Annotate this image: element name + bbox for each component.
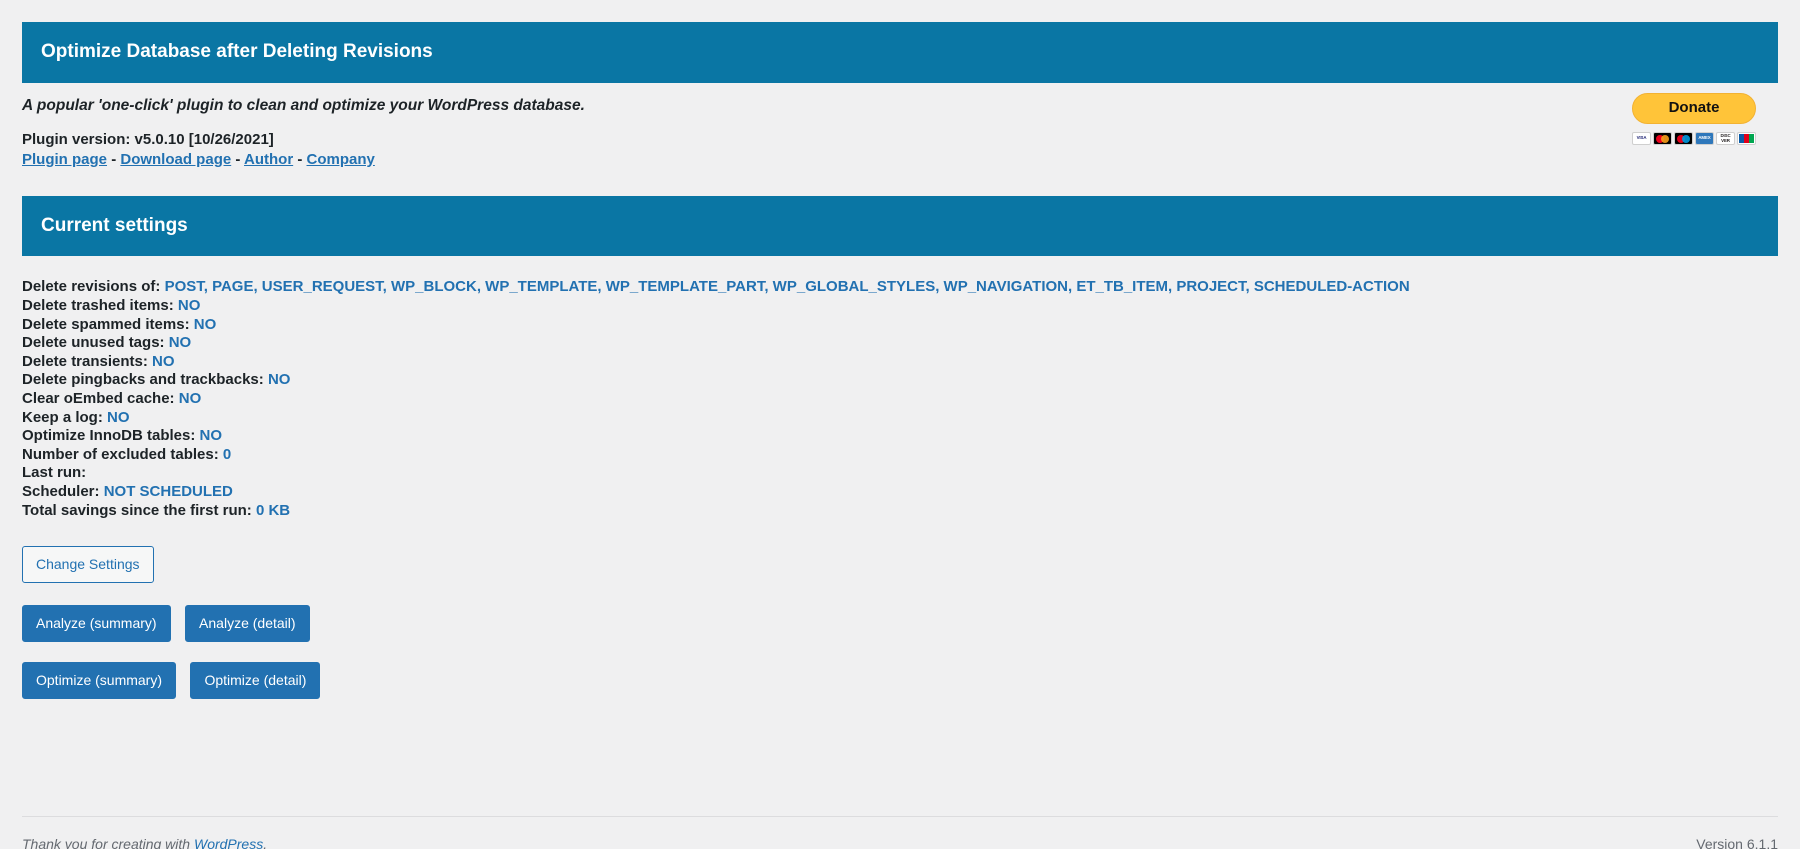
setting-label: Delete transients: xyxy=(22,352,148,370)
setting-value: NO xyxy=(107,408,130,426)
setting-label: Delete revisions of: xyxy=(22,278,161,296)
plugin-admin-page: Optimize Database after Deleting Revisio… xyxy=(0,22,1800,849)
optimize-detail-button[interactable]: Optimize (detail) xyxy=(190,662,321,700)
setting-value: 0 KB xyxy=(255,501,291,519)
setting-label: Delete unused tags: xyxy=(22,334,165,352)
setting-value: NO xyxy=(267,371,291,389)
setting-value: NO xyxy=(193,315,217,333)
plugin-title-bar: Optimize Database after Deleting Revisio… xyxy=(22,22,1778,83)
current-settings-heading: Current settings xyxy=(41,214,188,236)
settings-summary-list: Delete revisions of: POST, PAGE, USER_RE… xyxy=(22,278,1778,520)
discover-card-icon: DISC VER xyxy=(1716,132,1735,146)
donate-button[interactable]: Donate xyxy=(1632,92,1756,125)
setting-row-scheduler: Scheduler: NOT SCHEDULED xyxy=(22,483,1778,502)
setting-label: Optimize InnoDB tables: xyxy=(22,427,196,445)
change-settings-button[interactable]: Change Settings xyxy=(22,546,154,584)
footer-thanks-suffix: . xyxy=(263,836,268,849)
setting-label: Delete trashed items: xyxy=(22,296,174,314)
setting-label: Clear oEmbed cache: xyxy=(22,389,175,407)
setting-value: 0 xyxy=(222,445,232,463)
setting-value: NO xyxy=(168,334,192,352)
setting-label: Number of excluded tables: xyxy=(22,445,219,463)
setting-label: Delete spammed items: xyxy=(22,315,190,333)
setting-value: POST, PAGE, USER_REQUEST, WP_BLOCK, WP_T… xyxy=(164,278,1410,296)
analyze-summary-button[interactable]: Analyze (summary) xyxy=(22,605,171,643)
link-author[interactable]: Author xyxy=(244,151,293,168)
setting-row-optimize-innodb-tables: Optimize InnoDB tables: NO xyxy=(22,427,1778,446)
wordpress-link[interactable]: WordPress xyxy=(194,836,263,849)
optimize-summary-button[interactable]: Optimize (summary) xyxy=(22,662,177,700)
mastercard-card-icon xyxy=(1653,132,1672,146)
footer-thankyou: Thank you for creating with WordPress. xyxy=(22,836,267,849)
setting-row-delete-unused-tags: Delete unused tags: NO xyxy=(22,334,1778,353)
link-separator-2: - xyxy=(235,150,241,168)
wordpress-version: Version 6.1.1 xyxy=(1696,836,1778,849)
current-settings-bar: Current settings xyxy=(22,195,1778,257)
setting-value: NO xyxy=(152,352,175,370)
setting-value: NO xyxy=(199,427,223,445)
setting-row-total-savings: Total savings since the first run: 0 KB xyxy=(22,502,1778,521)
jcb-card-icon xyxy=(1737,132,1756,146)
plugin-intro: A popular 'one-click' plugin to clean an… xyxy=(22,83,1778,168)
setting-row-delete-pingbacks-trackbacks: Delete pingbacks and trackbacks: NO xyxy=(22,371,1778,390)
setting-label: Last run: xyxy=(22,464,87,482)
setting-row-keep-a-log: Keep a log: NO xyxy=(22,409,1778,428)
page-title: Optimize Database after Deleting Revisio… xyxy=(41,41,433,62)
setting-row-clear-oembed-cache: Clear oEmbed cache: NO xyxy=(22,390,1778,409)
link-separator-1: - xyxy=(111,150,117,168)
setting-label: Total savings since the first run: xyxy=(22,501,252,519)
link-company[interactable]: Company xyxy=(307,151,375,168)
setting-value: NOT SCHEDULED xyxy=(103,482,233,500)
setting-row-delete-spammed-items: Delete spammed items: NO xyxy=(22,316,1778,335)
analyze-detail-button[interactable]: Analyze (detail) xyxy=(185,605,310,643)
setting-row-delete-transients: Delete transients: NO xyxy=(22,353,1778,372)
setting-label: Keep a log: xyxy=(22,408,103,426)
link-download-page[interactable]: Download page xyxy=(120,151,231,168)
setting-value: NO xyxy=(177,296,201,314)
setting-row-delete-trashed-items: Delete trashed items: NO xyxy=(22,297,1778,316)
setting-row-delete-revisions-of: Delete revisions of: POST, PAGE, USER_RE… xyxy=(22,278,1778,297)
setting-row-last-run: Last run: xyxy=(22,464,1778,483)
maestro-card-icon xyxy=(1674,132,1693,146)
setting-label: Delete pingbacks and trackbacks: xyxy=(22,371,264,389)
donate-widget: Donate VISA AMEX DISC VER xyxy=(1632,92,1756,146)
amex-card-icon: AMEX xyxy=(1695,132,1714,146)
optimize-buttons-row: Optimize (summary) Optimize (detail) xyxy=(22,662,1778,700)
plugin-tagline: A popular 'one-click' plugin to clean an… xyxy=(22,96,585,114)
setting-row-number-of-excluded-tables: Number of excluded tables: 0 xyxy=(22,446,1778,465)
visa-card-icon: VISA xyxy=(1632,132,1651,146)
setting-value: NO xyxy=(178,389,202,407)
link-plugin-page[interactable]: Plugin page xyxy=(22,151,107,168)
accepted-cards-row: VISA AMEX DISC VER xyxy=(1632,132,1756,146)
setting-label: Scheduler: xyxy=(22,482,100,500)
plugin-links: Plugin page - Download page - Author - C… xyxy=(22,151,1778,168)
admin-footer: Thank you for creating with WordPress. V… xyxy=(22,816,1778,849)
change-settings-row: Change Settings xyxy=(22,546,1778,584)
analyze-buttons-row: Analyze (summary) Analyze (detail) xyxy=(22,605,1778,643)
plugin-version: Plugin version: v5.0.10 [10/26/2021] xyxy=(22,130,274,148)
footer-thanks-prefix: Thank you for creating with xyxy=(22,836,194,849)
link-separator-3: - xyxy=(297,150,303,168)
